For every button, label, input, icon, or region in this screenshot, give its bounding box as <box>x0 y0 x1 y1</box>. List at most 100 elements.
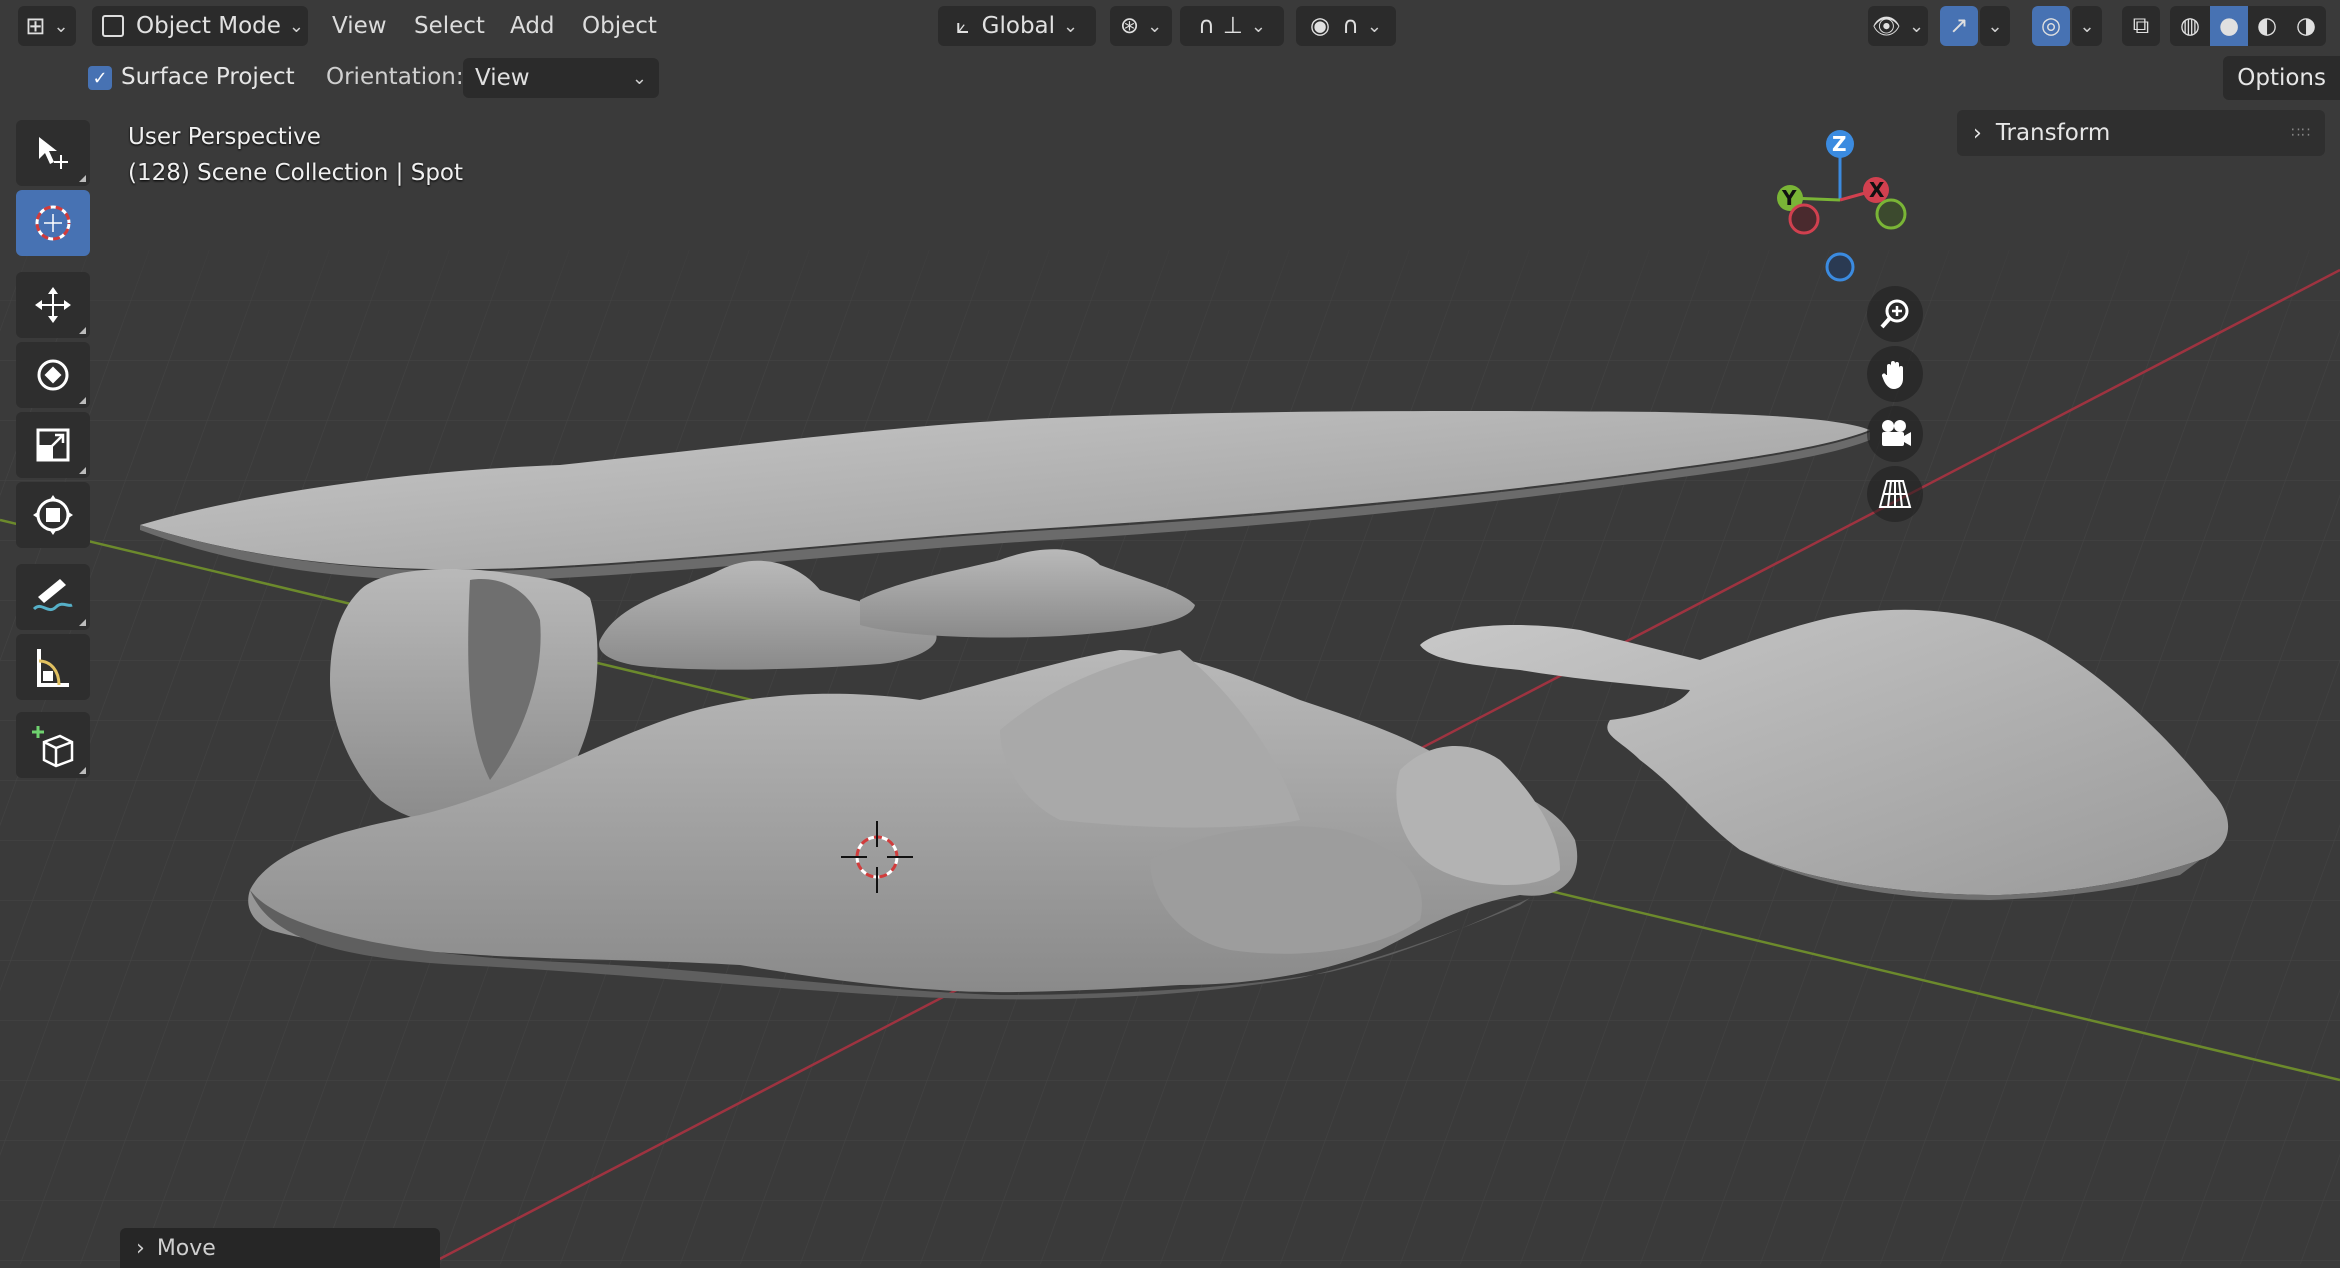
grid-axes-icon: ⊞ <box>25 12 46 40</box>
grid-perspective-icon <box>1878 480 1912 508</box>
select-box-icon <box>39 137 68 169</box>
scale-icon <box>36 428 70 462</box>
options-button[interactable]: Options <box>2223 56 2340 100</box>
transform-orientation-dropdown[interactable]: ⟀ Global ⌄ <box>938 6 1096 46</box>
transform-icon <box>33 495 73 535</box>
shading-rendered-button[interactable]: ◑ <box>2286 6 2326 46</box>
xray-toggle[interactable]: ⧉ <box>2122 6 2160 46</box>
chevron-right-icon: › <box>136 1235 145 1261</box>
proportional-edit-toggle[interactable]: ◉ ∩ ⌄ <box>1296 6 1396 46</box>
gizmo-toggle[interactable]: ↗ <box>1940 6 1978 46</box>
surface-project-checkbox[interactable]: ✓ <box>88 66 112 90</box>
orientation-value: View <box>475 65 530 91</box>
drag-handle-icon[interactable]: ∷∷ <box>2291 125 2311 141</box>
orientation-axes-icon: ⟀ <box>955 13 970 39</box>
magnifier-plus-icon <box>1880 299 1909 329</box>
orientation-dropdown[interactable]: View ⌄ <box>463 58 659 98</box>
chevron-down-icon: ⌄ <box>1147 15 1163 37</box>
proportional-icon: ◉ <box>1309 13 1331 39</box>
viewport-header: ⊞ ⌄ Object Mode ⌄ View Select Add Object … <box>0 0 2340 52</box>
gizmo-neg-z-axis <box>1825 252 1855 282</box>
last-operator-label: Move <box>156 1235 216 1261</box>
mode-dropdown[interactable]: Object Mode ⌄ <box>92 6 308 46</box>
3d-viewport[interactable] <box>0 0 2340 1264</box>
rendered-sphere-icon: ◑ <box>2295 13 2317 39</box>
magnet-icon: ∩ <box>1198 13 1215 39</box>
object-mode-icon <box>102 15 124 37</box>
gizmo-z-label: Z <box>1832 132 1847 156</box>
perspective-toggle-button[interactable] <box>1867 466 1923 522</box>
menu-add[interactable]: Add <box>500 6 565 46</box>
menu-select[interactable]: Select <box>404 6 495 46</box>
tool-settings-bar: ✓ Surface Project Orientation: View ⌄ <box>0 56 2340 104</box>
hand-icon <box>1881 361 1903 389</box>
chevron-down-icon: ⌄ <box>53 15 69 37</box>
chevron-down-icon: ⌄ <box>1909 15 1925 37</box>
annotate-icon <box>32 579 73 612</box>
camera-icon <box>1882 420 1911 446</box>
menu-object[interactable]: Object <box>572 6 667 46</box>
tool-measure[interactable] <box>16 634 90 700</box>
options-label: Options <box>2237 65 2326 91</box>
perspective-label: User Perspective <box>128 124 321 150</box>
gizmo-dropdown[interactable]: ⌄ <box>1980 6 2010 46</box>
shading-wireframe-button[interactable]: ◍ <box>2170 6 2210 46</box>
pivot-point-dropdown[interactable]: ⊛ ⌄ <box>1110 6 1172 46</box>
camera-view-button[interactable] <box>1867 406 1923 462</box>
pan-button[interactable] <box>1867 346 1923 402</box>
checkmark-icon: ✓ <box>92 67 108 89</box>
snap-increment-icon: ⊥ <box>1222 13 1243 39</box>
overlays-icon: ◎ <box>2040 13 2062 39</box>
overlays-dropdown[interactable]: ⌄ <box>2072 6 2102 46</box>
tool-transform[interactable] <box>16 482 90 548</box>
chevron-down-icon: ⌄ <box>2079 15 2095 37</box>
last-operator-panel[interactable]: › Move <box>120 1228 440 1268</box>
add-cube-icon <box>32 726 74 768</box>
shading-solid-button[interactable]: ● <box>2210 6 2248 46</box>
chevron-down-icon: ⌄ <box>631 67 647 89</box>
shading-material-button[interactable]: ◐ <box>2248 6 2286 46</box>
xray-icon: ⧉ <box>2132 13 2150 39</box>
tool-cursor[interactable] <box>16 190 90 256</box>
editor-type-button[interactable]: ⊞ ⌄ <box>18 6 76 46</box>
tool-select-box[interactable] <box>16 120 90 186</box>
chevron-down-icon: ⌄ <box>1366 15 1382 37</box>
wireframe-sphere-icon: ◍ <box>2179 13 2201 39</box>
eye-icon: 👁 <box>1871 13 1902 40</box>
chevron-down-icon: ⌄ <box>1250 15 1266 37</box>
collection-label: (128) Scene Collection | Spot <box>128 160 464 186</box>
rotate-icon <box>37 359 69 391</box>
mode-label: Object Mode <box>136 13 281 39</box>
visibility-dropdown[interactable]: 👁 ⌄ <box>1868 6 1928 46</box>
tool-move[interactable] <box>16 272 90 338</box>
tool-annotate[interactable] <box>16 564 90 630</box>
surface-project-label: Surface Project <box>121 64 295 90</box>
tool-add-cube[interactable] <box>16 712 90 778</box>
measure-icon <box>37 649 69 687</box>
solid-sphere-icon: ● <box>2218 13 2240 39</box>
chevron-down-icon: ⌄ <box>1063 15 1079 37</box>
gizmo-neg-y-axis <box>1875 198 1907 230</box>
viewport-scene <box>0 0 2340 1264</box>
move-icon <box>35 287 71 323</box>
transform-panel[interactable]: › Transform ∷∷ <box>1957 110 2325 156</box>
orientation-label: Orientation: <box>326 64 464 90</box>
navigation-gizmo[interactable]: Z X Y <box>1760 120 1920 290</box>
tool-scale[interactable] <box>16 412 90 478</box>
gizmo-x-label: X <box>1869 178 1885 202</box>
gizmo-y-label: Y <box>1782 186 1797 210</box>
chevron-down-icon: ⌄ <box>1987 15 2003 37</box>
material-sphere-icon: ◐ <box>2256 13 2278 39</box>
chevron-down-icon: ⌄ <box>288 15 304 37</box>
transform-panel-label: Transform <box>1995 120 2111 146</box>
zoom-button[interactable] <box>1867 286 1923 342</box>
pivot-icon: ⊛ <box>1119 13 1140 39</box>
orientation-label: Global <box>981 13 1056 39</box>
chevron-right-icon: › <box>1973 120 1982 146</box>
gizmo-icon: ↗ <box>1949 13 1969 39</box>
falloff-icon: ∩ <box>1342 13 1359 39</box>
overlays-toggle[interactable]: ◎ <box>2032 6 2070 46</box>
menu-view[interactable]: View <box>322 6 397 46</box>
snap-toggle[interactable]: ∩ ⊥ ⌄ <box>1180 6 1284 46</box>
tool-rotate[interactable] <box>16 342 90 408</box>
